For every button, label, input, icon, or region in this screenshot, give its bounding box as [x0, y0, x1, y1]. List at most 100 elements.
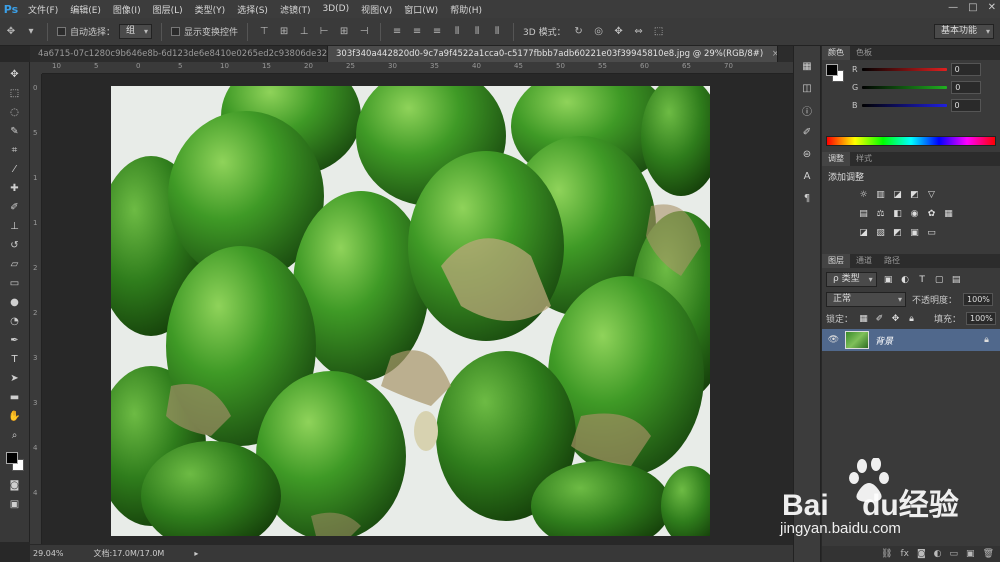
menu-filter[interactable]: 滤镜(T)	[274, 3, 317, 16]
menu-type[interactable]: 类型(Y)	[189, 3, 232, 16]
document-canvas[interactable]	[42, 74, 793, 544]
eraser-tool-icon[interactable]: ▱	[4, 256, 26, 272]
menu-help[interactable]: 帮助(H)	[444, 3, 488, 16]
foreground-color[interactable]	[5, 452, 18, 464]
horizontal-ruler[interactable]: 10 5 0 5 10 15 20 25 30 35 40 45 50 55 6…	[42, 62, 793, 74]
close-icon[interactable]: ×	[772, 49, 777, 59]
photo-filter-icon[interactable]: ◉	[909, 208, 920, 219]
exposure-icon[interactable]: ◩	[909, 189, 920, 200]
close-button[interactable]: ✕	[988, 2, 996, 13]
add-mask-icon[interactable]: ◙	[917, 549, 926, 559]
auto-select-dropdown[interactable]: 组	[119, 24, 153, 39]
document-tab[interactable]: 4a6715-07c1280c9b646e8b-6d123de6e8410e02…	[30, 46, 328, 62]
menu-edit[interactable]: 编辑(E)	[64, 3, 107, 16]
lasso-tool-icon[interactable]: ◌	[4, 104, 26, 120]
new-layer-icon[interactable]: ▣	[966, 549, 975, 559]
menu-image[interactable]: 图像(I)	[107, 3, 147, 16]
blend-mode-dropdown[interactable]: 正常	[826, 292, 906, 307]
healing-brush-tool-icon[interactable]: ✚	[4, 180, 26, 196]
zoom-tool-icon[interactable]: ⌕	[4, 427, 26, 443]
channel-mixer-icon[interactable]: ✿	[926, 208, 937, 219]
brightness-icon[interactable]: ☼	[858, 189, 869, 200]
link-layers-icon[interactable]: ⛓	[881, 549, 892, 559]
green-value-field[interactable]: 0	[951, 80, 982, 94]
fill-field[interactable]: 100%	[966, 312, 996, 325]
menu-layer[interactable]: 图层(L)	[147, 3, 189, 16]
lock-pixels-icon[interactable]: ✐	[874, 313, 885, 324]
document-tab-active[interactable]: 303f340a442820d0-9c7a9f4522a1cca0-c5177f…	[328, 46, 778, 62]
lock-all-icon[interactable]: 🔒︎	[906, 313, 917, 324]
history-panel-icon[interactable]: ▦	[796, 58, 818, 74]
new-adjustment-icon[interactable]: ◐	[934, 549, 942, 559]
align-vcenter-icon[interactable]: ⊞	[277, 25, 291, 39]
properties-panel-icon[interactable]: ◫	[796, 80, 818, 96]
filter-type-icon[interactable]: T	[917, 274, 928, 285]
layer-filter-dropdown[interactable]: ρ 类型	[826, 272, 877, 287]
menu-3d[interactable]: 3D(D)	[316, 4, 355, 14]
selective-color-icon[interactable]: ▣	[909, 227, 920, 238]
eyedropper-tool-icon[interactable]: ⁄	[4, 161, 26, 177]
clone-stamp-tool-icon[interactable]: ⊥	[4, 218, 26, 234]
filter-smart-icon[interactable]: ▤	[951, 274, 962, 285]
quick-mask-icon[interactable]: ◙	[4, 477, 26, 493]
history-brush-tool-icon[interactable]: ↺	[4, 237, 26, 253]
distribute-vcenter-icon[interactable]: ≡	[410, 25, 424, 39]
blue-value-field[interactable]: 0	[950, 98, 981, 112]
quick-select-tool-icon[interactable]: ✎	[4, 123, 26, 139]
new-group-icon[interactable]: ▭	[950, 549, 959, 559]
color-spectrum-bar[interactable]	[826, 136, 996, 146]
rectangle-tool-icon[interactable]: ▬	[4, 389, 26, 405]
vertical-ruler[interactable]: 0 5 1 1 2 2 3 3 4 4	[30, 74, 42, 544]
marquee-tool-icon[interactable]: ⬚	[4, 85, 26, 101]
screen-mode-icon[interactable]: ▣	[4, 496, 26, 512]
3d-scale-icon[interactable]: ⬚	[652, 25, 666, 39]
tab-swatches[interactable]: 色板	[850, 46, 878, 60]
distribute-left-icon[interactable]: ⦀	[450, 25, 464, 39]
color-swatches[interactable]	[3, 450, 27, 474]
posterize-icon[interactable]: ▨	[875, 227, 886, 238]
align-bottom-icon[interactable]: ⊥	[297, 25, 311, 39]
black-white-icon[interactable]: ◧	[892, 208, 903, 219]
3d-rotate-icon[interactable]: ↻	[572, 25, 586, 39]
3d-slide-icon[interactable]: ⇔	[632, 25, 646, 39]
3d-pan-icon[interactable]: ✥	[612, 25, 626, 39]
color-balance-icon[interactable]: ⚖	[875, 208, 886, 219]
menu-file[interactable]: 文件(F)	[22, 3, 64, 16]
foreground-swatch[interactable]	[826, 64, 838, 76]
opacity-field[interactable]: 100%	[963, 293, 994, 306]
align-hcenter-icon[interactable]: ⊞	[337, 25, 351, 39]
hue-saturation-icon[interactable]: ▤	[858, 208, 869, 219]
blur-tool-icon[interactable]: ●	[4, 294, 26, 310]
tab-paths[interactable]: 路径	[878, 254, 906, 268]
move-tool-icon[interactable]: ✥	[4, 66, 26, 82]
fx-icon[interactable]: fx	[900, 549, 909, 559]
move-tool-preset-icon[interactable]: ✥	[4, 25, 18, 39]
filter-pixel-icon[interactable]: ▣	[883, 274, 894, 285]
brush-tool-icon[interactable]: ✐	[4, 199, 26, 215]
tab-channels[interactable]: 通道	[850, 254, 878, 268]
distribute-top-icon[interactable]: ≡	[390, 25, 404, 39]
layer-row-background[interactable]: 👁︎ 背景 🔒︎	[822, 329, 1000, 351]
curves-icon[interactable]: ◪	[892, 189, 903, 200]
filter-adjust-icon[interactable]: ◐	[900, 274, 911, 285]
tab-styles[interactable]: 样式	[850, 152, 878, 166]
align-right-icon[interactable]: ⊣	[357, 25, 371, 39]
dodge-tool-icon[interactable]: ◔	[4, 313, 26, 329]
color-panel-swatches[interactable]	[826, 64, 844, 82]
distribute-right-icon[interactable]: ⦀	[490, 25, 504, 39]
show-transform-checkbox[interactable]	[171, 27, 181, 36]
minimize-button[interactable]: —	[948, 2, 958, 13]
lock-position-icon[interactable]: ✥	[890, 313, 901, 324]
invert-icon[interactable]: ◪	[858, 227, 869, 238]
align-left-icon[interactable]: ⊢	[317, 25, 331, 39]
gradient-map-icon[interactable]: ▭	[926, 227, 937, 238]
green-slider[interactable]	[862, 85, 948, 89]
lock-transparent-icon[interactable]: ▦	[858, 313, 869, 324]
brush-panel-icon[interactable]: ✐	[796, 124, 818, 140]
workspace-dropdown[interactable]: 基本功能	[933, 24, 994, 39]
paragraph-panel-icon[interactable]: ¶	[796, 190, 818, 206]
chevron-down-icon[interactable]: ▾	[24, 25, 38, 39]
menu-view[interactable]: 视图(V)	[355, 3, 398, 16]
blue-slider[interactable]	[861, 103, 947, 107]
visibility-eye-icon[interactable]: 👁︎	[828, 335, 839, 346]
